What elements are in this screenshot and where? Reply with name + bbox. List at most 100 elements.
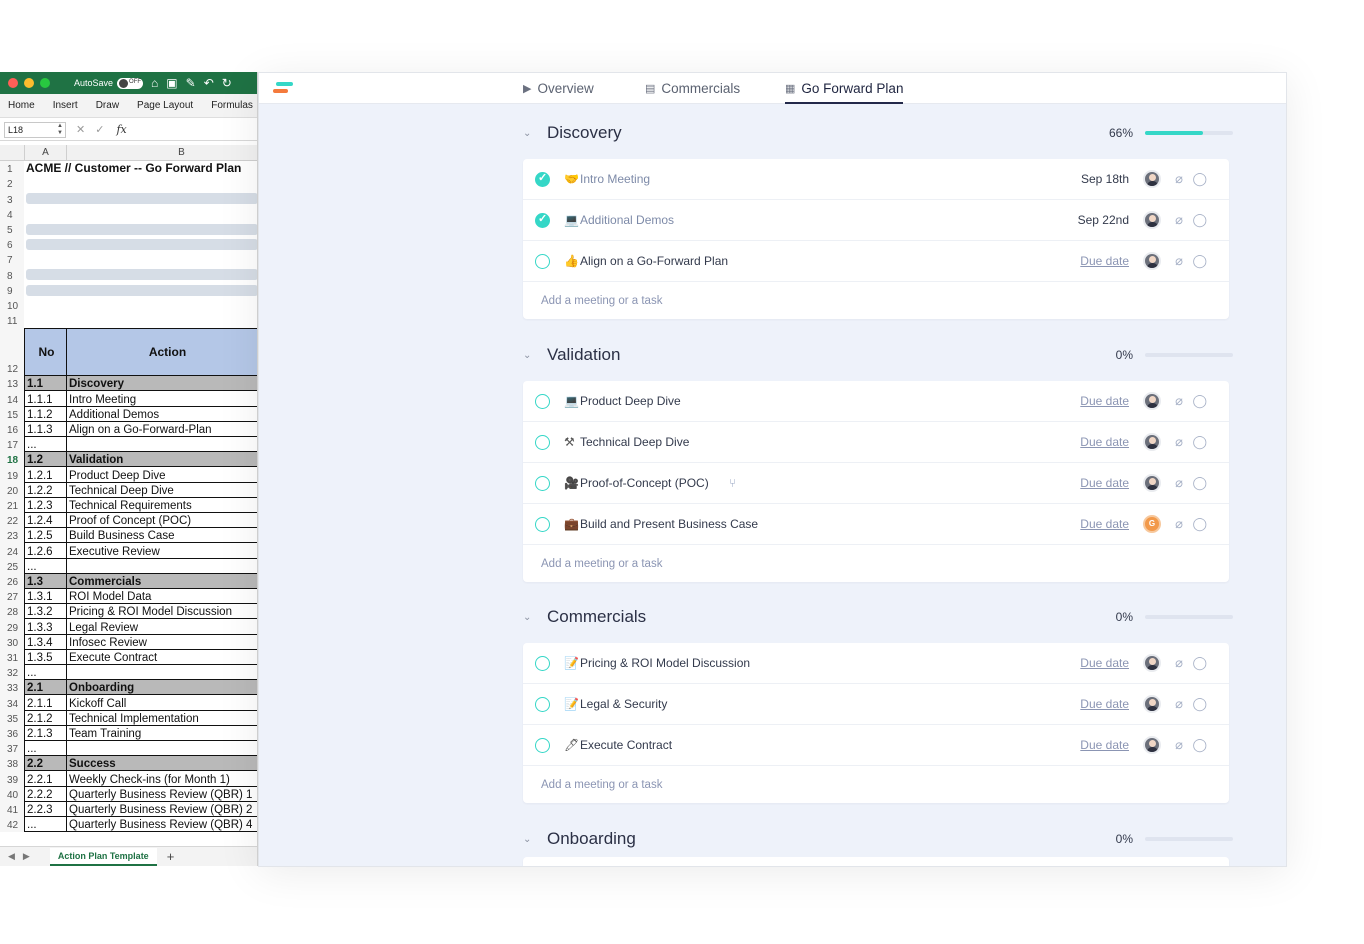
cell-action[interactable]: Quarterly Business Review (QBR) 2 <box>66 801 257 817</box>
task-row[interactable]: ⚒ Technical Deep Dive Due date ⌀ ◯ <box>523 422 1229 463</box>
sheet-section-row[interactable]: 38 2.2 Success <box>0 756 257 772</box>
row-number[interactable]: 12 <box>0 328 24 377</box>
cell-number[interactable]: 2.1.1 <box>24 695 66 711</box>
row-number[interactable]: 8 <box>0 267 24 283</box>
task-name[interactable]: Technical Deep Dive <box>580 435 689 449</box>
row-number[interactable]: 2 <box>0 176 24 192</box>
insert-function-icon[interactable]: fx <box>116 123 126 136</box>
row-number[interactable]: 21 <box>0 497 24 513</box>
task-checkbox[interactable] <box>535 475 550 491</box>
sheet-row[interactable]: 20 1.2.2 Technical Deep Dive <box>0 482 257 498</box>
cell-number[interactable]: 2.2.1 <box>24 771 66 787</box>
row-number[interactable]: 24 <box>0 543 24 559</box>
cell-number[interactable]: 1.1 <box>24 376 66 392</box>
ribbon-tab-home[interactable]: Home <box>8 100 35 111</box>
cell-action[interactable]: Quarterly Business Review (QBR) 4 <box>66 817 257 833</box>
sheet-section-row[interactable]: 13 1.1 Discovery <box>0 376 257 392</box>
cell-action[interactable] <box>66 437 257 453</box>
cell-number[interactable]: 1.3.5 <box>24 649 66 665</box>
cell-action[interactable]: Executive Review <box>66 543 257 559</box>
task-name[interactable]: Product Deep Dive <box>580 394 681 408</box>
column-header-b[interactable]: B <box>66 145 257 161</box>
row-number[interactable]: 3 <box>0 191 24 207</box>
cell-number[interactable]: ... <box>24 558 66 574</box>
sheet-row[interactable]: 8 <box>0 267 257 283</box>
task-name[interactable]: Pricing & ROI Model Discussion <box>580 656 750 670</box>
add-meeting-or-task[interactable]: Add a meeting or a task <box>523 766 1229 803</box>
cell-action[interactable]: Intro Meeting <box>66 391 257 407</box>
cell-number[interactable]: 1.3 <box>24 573 66 589</box>
sheet-row[interactable]: 32... <box>0 665 257 681</box>
row-number[interactable]: 20 <box>0 482 24 498</box>
row-number[interactable]: 41 <box>0 801 24 817</box>
row-number[interactable]: 7 <box>0 252 24 268</box>
ribbon-tab-insert[interactable]: Insert <box>53 100 78 111</box>
sheet-section-row[interactable]: 26 1.3 Commercials <box>0 573 257 589</box>
comment-icon[interactable]: ◯ <box>1192 655 1207 671</box>
sheet-row[interactable]: 1 ACME // Customer -- Go Forward Plan <box>0 161 257 177</box>
cell-action[interactable] <box>66 665 257 681</box>
sheet-row[interactable]: 10 <box>0 297 257 313</box>
sheet-header-row[interactable]: 12 No Action <box>0 328 257 377</box>
row-number[interactable]: 27 <box>0 589 24 605</box>
assignee-avatar[interactable] <box>1143 211 1161 229</box>
row-number[interactable]: 36 <box>0 725 24 741</box>
row-number[interactable]: 18 <box>0 452 24 468</box>
attachment-icon[interactable]: ⌀ <box>1175 737 1183 753</box>
cell-number[interactable]: ... <box>24 437 66 453</box>
confirm-formula-icon[interactable]: ✓ <box>95 123 104 136</box>
cell-number[interactable]: 1.1.2 <box>24 406 66 422</box>
cell-action[interactable] <box>66 558 257 574</box>
attachment-icon[interactable]: ⌀ <box>1175 212 1183 228</box>
assignee-avatar[interactable] <box>1143 736 1161 754</box>
comment-icon[interactable]: ◯ <box>1192 393 1207 409</box>
row-number[interactable]: 9 <box>0 282 24 298</box>
assignee-avatar[interactable] <box>1143 433 1161 451</box>
task-due-date[interactable]: Due date <box>1080 435 1129 449</box>
sheet-row[interactable]: 14 1.1.1 Intro Meeting <box>0 391 257 407</box>
task-due-date[interactable]: Sep 22nd <box>1078 213 1129 227</box>
row-number[interactable]: 14 <box>0 391 24 407</box>
cell-action[interactable]: Build Business Case <box>66 528 257 544</box>
task-due-date[interactable]: Due date <box>1080 394 1129 408</box>
autosave-toggle[interactable]: OFF <box>117 77 144 89</box>
task-name[interactable]: Align on a Go-Forward Plan <box>580 254 728 268</box>
row-number[interactable]: 42 <box>0 817 24 833</box>
section-header-discovery[interactable]: ⌄ Discovery 66% <box>523 121 1233 145</box>
cell-number[interactable]: ... <box>24 741 66 757</box>
cell-number[interactable]: 2.2 <box>24 756 66 772</box>
cell-action[interactable]: Infosec Review <box>66 634 257 650</box>
comment-icon[interactable]: ◯ <box>1192 253 1207 269</box>
row-number[interactable]: 5 <box>0 221 24 237</box>
sheet-row[interactable]: 35 2.1.2 Technical Implementation <box>0 710 257 726</box>
sheet-row[interactable]: 39 2.2.1 Weekly Check-ins (for Month 1) <box>0 771 257 787</box>
cell-action[interactable]: Onboarding <box>66 680 257 696</box>
sheet-row[interactable]: 28 1.3.2 Pricing & ROI Model Discussion <box>0 604 257 620</box>
task-checkbox[interactable] <box>535 696 550 712</box>
row-number[interactable]: 34 <box>0 695 24 711</box>
add-meeting-or-task[interactable]: Add a meeting or a task <box>523 545 1229 582</box>
section-header-validation[interactable]: ⌄ Validation 0% <box>523 343 1233 367</box>
assignee-avatar[interactable] <box>1143 474 1161 492</box>
sheet-row[interactable]: 36 2.1.3 Team Training <box>0 725 257 741</box>
task-due-date[interactable]: Due date <box>1080 656 1129 670</box>
subtasks-icon[interactable]: ⑂ <box>729 476 736 490</box>
cell-action[interactable]: Team Training <box>66 725 257 741</box>
cell-action[interactable]: Technical Deep Dive <box>66 482 257 498</box>
chevron-down-icon[interactable]: ⌄ <box>523 128 547 139</box>
cell-action[interactable]: Proof of Concept (POC) <box>66 513 257 529</box>
task-row[interactable]: 🤝Intro Meeting Sep 18th ⌀ ◯ <box>523 159 1229 200</box>
comment-icon[interactable]: ◯ <box>1192 737 1207 753</box>
cell-action[interactable]: Legal Review <box>66 619 257 635</box>
chevron-down-icon[interactable]: ⌄ <box>523 834 547 845</box>
row-number[interactable]: 28 <box>0 604 24 620</box>
row-number[interactable]: 13 <box>0 376 24 392</box>
task-checkbox[interactable] <box>535 253 550 269</box>
task-checkbox[interactable] <box>535 393 550 409</box>
cell-number[interactable]: 2.1.3 <box>24 725 66 741</box>
assignee-avatar[interactable] <box>1143 392 1161 410</box>
comment-icon[interactable]: ◯ <box>1192 475 1207 491</box>
cell-action[interactable] <box>66 741 257 757</box>
ribbon-tab-draw[interactable]: Draw <box>96 100 119 111</box>
cell-action[interactable]: Align on a Go-Forward-Plan <box>66 421 257 437</box>
